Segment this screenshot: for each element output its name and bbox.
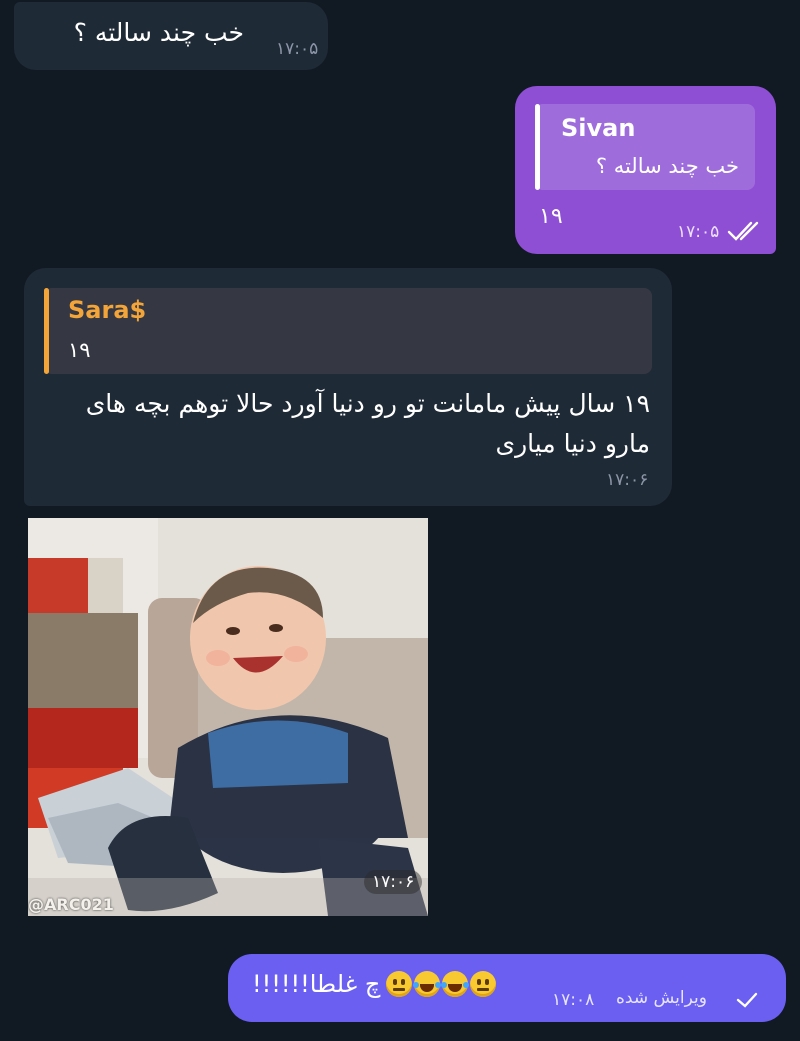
- watermark: @ARC021: [28, 895, 114, 914]
- message-text: ۱۹: [539, 204, 563, 229]
- reply-bar: [535, 104, 540, 190]
- message-bubble-incoming[interactable]: Sara$ ۱۹ ۱۹ سال پیش مامانت تو رو دنیا آو…: [24, 268, 672, 506]
- message-bubble-incoming[interactable]: خب چند سالته ؟ ۱۷:۰۵: [14, 2, 328, 70]
- tears-of-joy-emoji-icon: [413, 971, 442, 997]
- edited-label: ویرایش شده: [616, 988, 707, 1008]
- message-bubble-outgoing[interactable]: چ غلطا!!!!!! ۱۷:۰۸ ویرایش شده: [228, 954, 786, 1022]
- reply-preview[interactable]: Sara$ ۱۹: [44, 288, 652, 374]
- message-text: ۱۹ سال پیش مامانت تو رو دنیا آورد حالا ت…: [85, 389, 650, 458]
- message-time: ۱۷:۰۵: [677, 222, 720, 242]
- message-text: خب چند سالته ؟: [73, 18, 244, 47]
- message-time: ۱۷:۰۵: [276, 39, 319, 59]
- message-time: ۱۷:۰۸: [552, 990, 595, 1010]
- gif-image: [28, 518, 428, 916]
- message-time: ۱۷:۰۶: [606, 470, 649, 490]
- neutral-face-emoji-icon: [470, 971, 497, 997]
- message-content: چ غلطا!!!!!!: [252, 970, 497, 998]
- message-text: چ غلطا!!!!!!: [252, 970, 381, 998]
- neutral-face-emoji-icon: [386, 971, 413, 997]
- reply-sender-name: Sivan: [561, 114, 636, 142]
- reply-sender-name: Sara$: [68, 296, 147, 324]
- double-check-icon: [727, 221, 759, 241]
- reply-bar: [44, 288, 49, 374]
- reply-preview[interactable]: Sivan خب چند سالته ؟: [535, 104, 755, 190]
- tears-of-joy-emoji-icon: [441, 971, 470, 997]
- check-icon: [736, 992, 758, 1008]
- message-bubble-outgoing[interactable]: Sivan خب چند سالته ؟ ۱۹ ۱۷:۰۵: [515, 86, 776, 254]
- reply-text: ۱۹: [68, 338, 91, 362]
- message-time: ۱۷:۰۶: [364, 870, 423, 894]
- reply-text: خب چند سالته ؟: [595, 154, 739, 178]
- media-message[interactable]: @ARC021 ۱۷:۰۶: [28, 518, 428, 916]
